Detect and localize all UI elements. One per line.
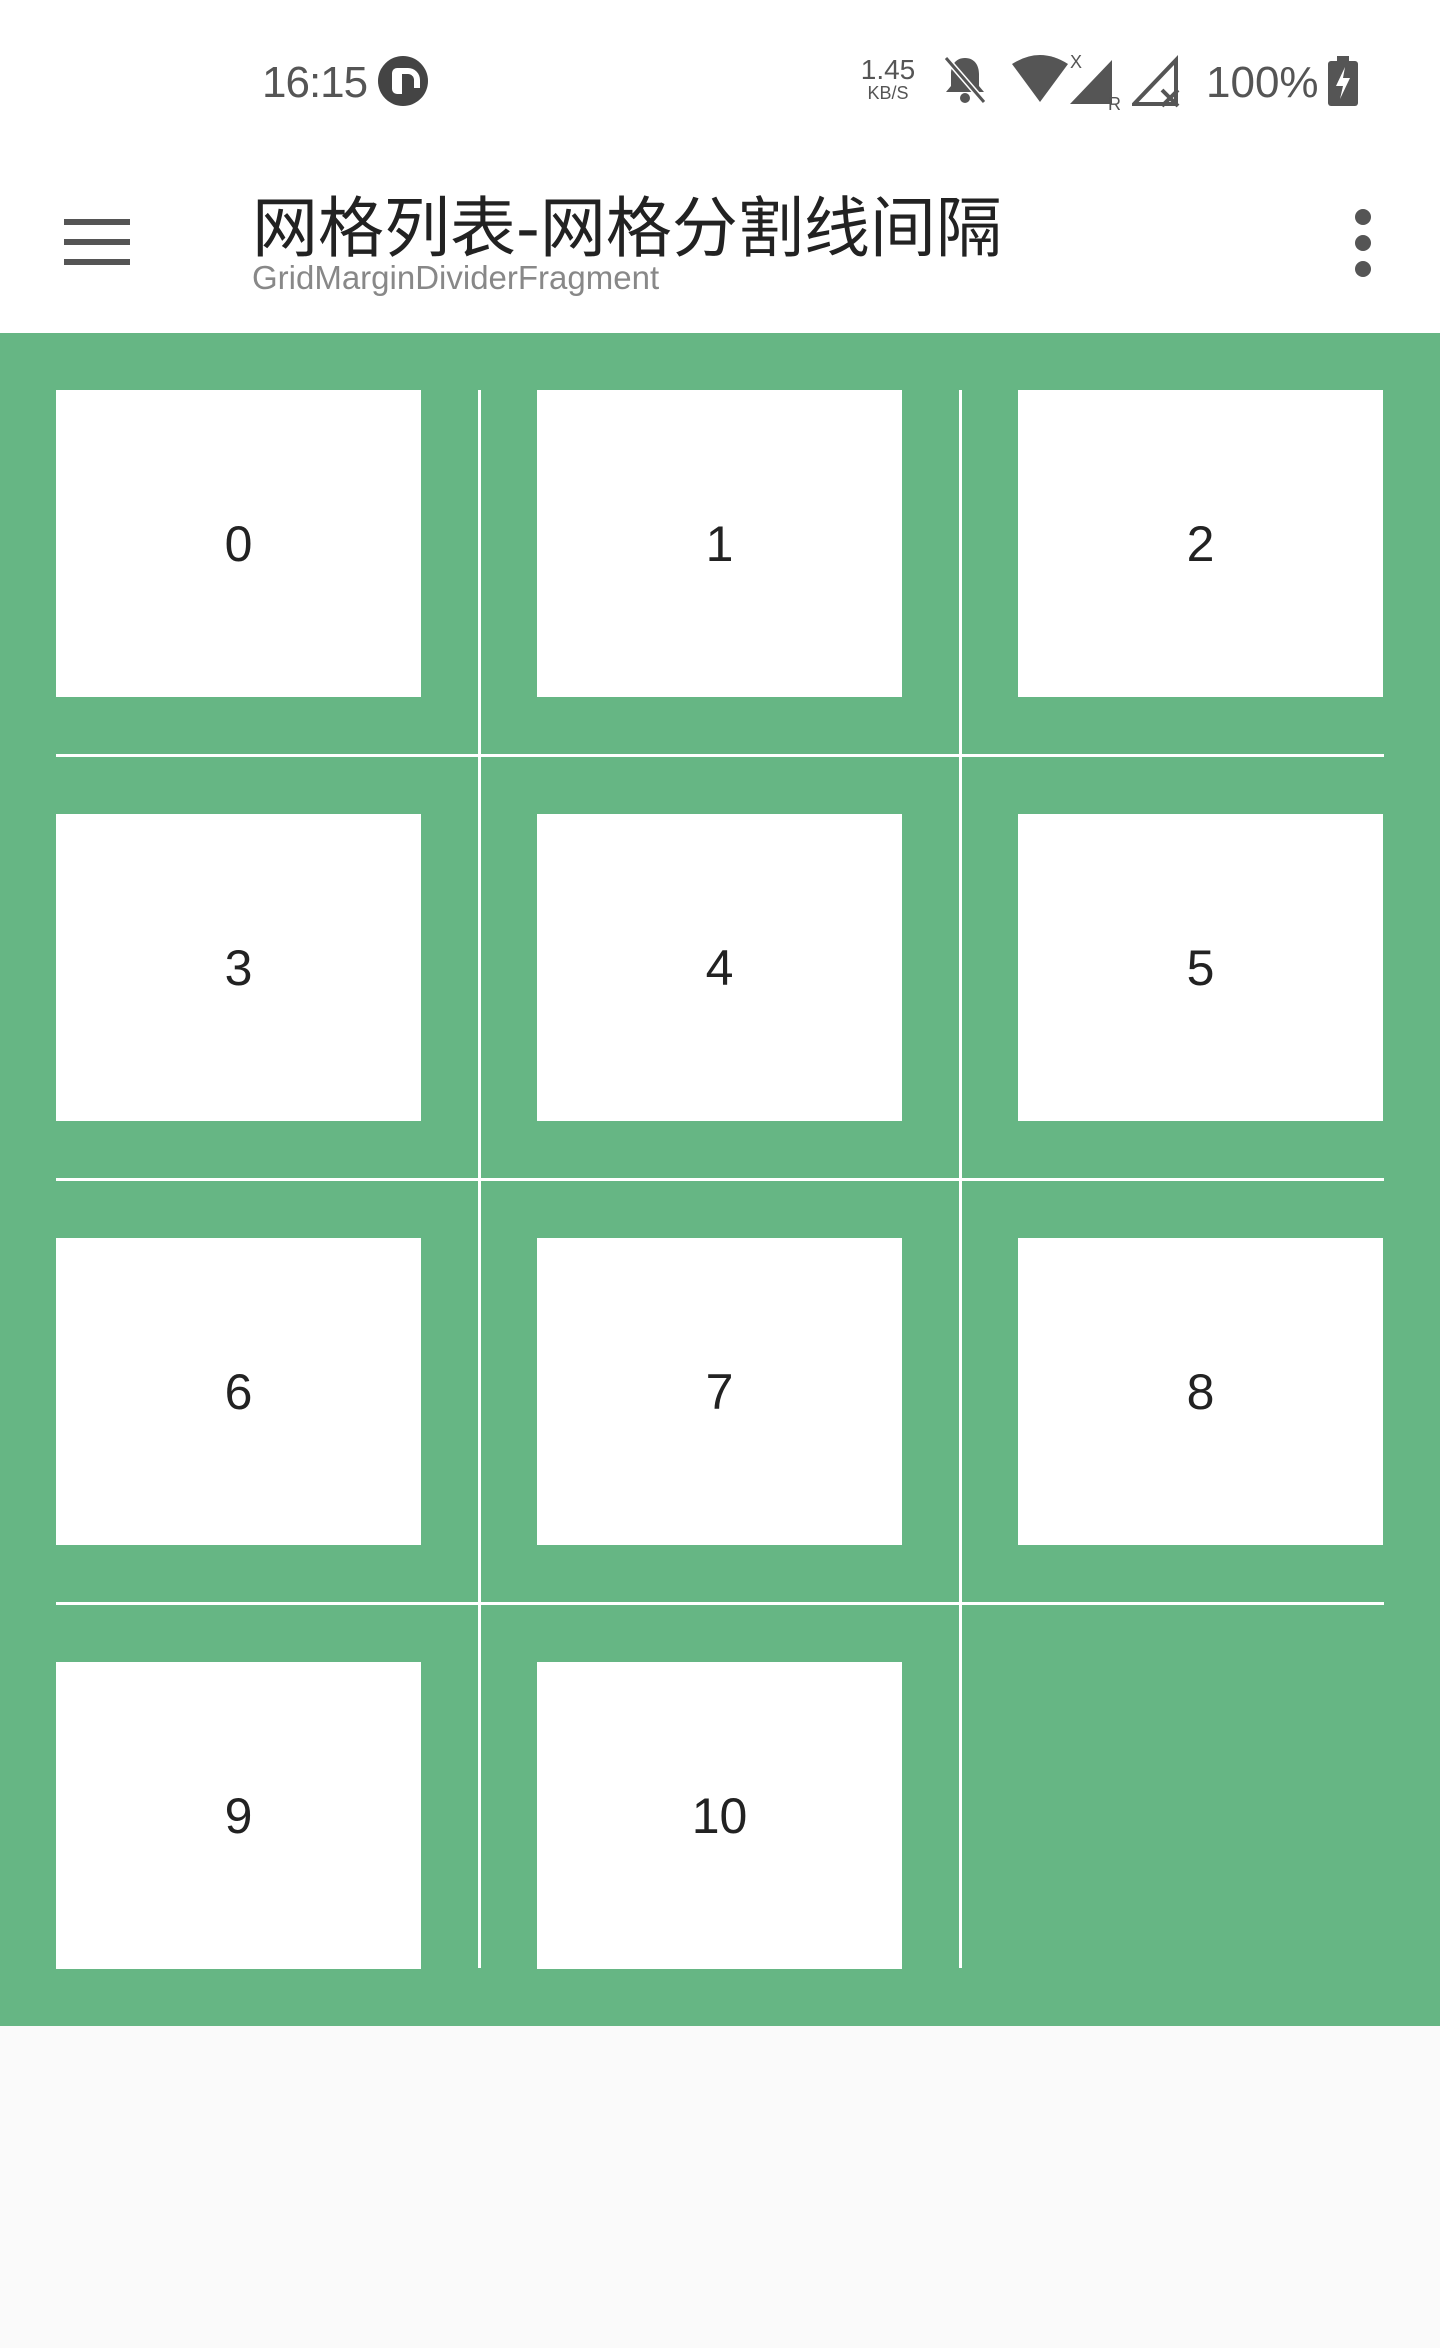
battery-charging-icon	[1328, 56, 1358, 106]
grid-item[interactable]: 9	[56, 1662, 421, 1969]
grid-item[interactable]: 3	[56, 814, 421, 1121]
more-vertical-icon[interactable]	[1338, 203, 1388, 283]
grid-item[interactable]: 1	[537, 390, 902, 697]
bell-off-icon	[943, 56, 987, 104]
toolbar: 网格列表-网格分割线间隔 GridMarginDividerFragment	[0, 163, 1440, 333]
grid-divider-horizontal	[56, 754, 1384, 757]
hamburger-menu-icon[interactable]	[62, 208, 132, 278]
grid-divider-horizontal	[56, 1602, 1384, 1605]
wifi-icon	[1012, 55, 1068, 102]
net-speed: 1.45 KB/S	[860, 54, 916, 103]
grid-item[interactable]: 0	[56, 390, 421, 697]
grid-item-label: 6	[224, 1363, 253, 1420]
page-subtitle: GridMarginDividerFragment	[252, 259, 660, 296]
grid-item-label: 8	[1186, 1363, 1215, 1420]
svg-text:R: R	[1108, 94, 1120, 112]
svg-text:X: X	[1070, 52, 1082, 72]
grid-list[interactable]: 0 1 2 3 4 5 6 7 8 9 10	[0, 333, 1440, 2026]
page-title: 网格列表-网格分割线间隔	[252, 190, 1002, 267]
grid-item[interactable]: 7	[537, 1238, 902, 1545]
grid-item-label: 4	[705, 939, 734, 996]
grid-item[interactable]: 10	[537, 1662, 902, 1969]
grid-item-label: 9	[224, 1787, 253, 1844]
signal-r-icon: R X	[1070, 52, 1120, 112]
battery-percent: 100%	[1206, 58, 1319, 107]
app-icon	[378, 56, 428, 106]
status-bar: 16:15 1.45 KB/S R X 100%	[0, 0, 1440, 163]
signal-x-icon	[1132, 55, 1180, 108]
grid-item[interactable]: 2	[1018, 390, 1383, 697]
grid-item[interactable]: 6	[56, 1238, 421, 1545]
grid-item-label: 7	[705, 1363, 734, 1420]
grid-item[interactable]: 4	[537, 814, 902, 1121]
grid-item-label: 10	[691, 1787, 748, 1844]
grid-item[interactable]: 8	[1018, 1238, 1383, 1545]
net-speed-unit: KB/S	[867, 83, 909, 103]
grid-item-label: 5	[1186, 939, 1215, 996]
net-speed-value: 1.45	[860, 54, 916, 85]
grid-item-label: 0	[224, 515, 253, 572]
status-time: 16:15	[262, 58, 368, 107]
grid-divider-horizontal	[56, 1178, 1384, 1181]
grid-item-label: 1	[705, 515, 734, 572]
grid-item[interactable]: 5	[1018, 814, 1383, 1121]
grid-item-label: 2	[1186, 515, 1215, 572]
grid-item-label: 3	[224, 939, 253, 996]
